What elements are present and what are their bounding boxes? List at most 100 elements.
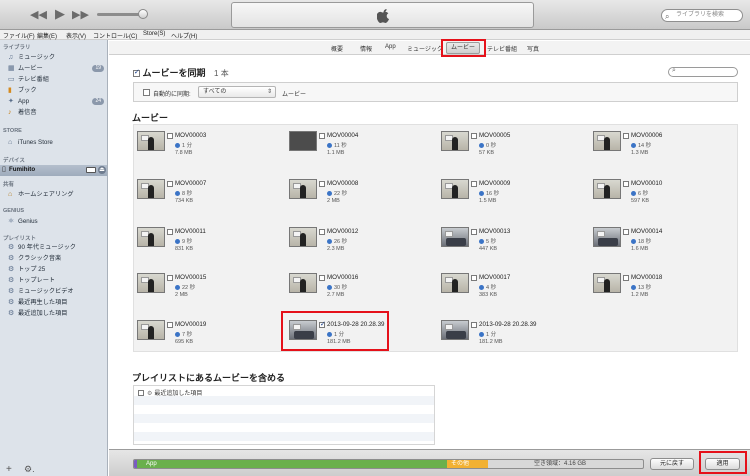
gear-icon[interactable]: ⚙. xyxy=(24,464,35,475)
movie-checkbox[interactable] xyxy=(319,133,325,139)
movie-checkbox[interactable] xyxy=(623,229,629,235)
menu-store[interactable]: Store(S) xyxy=(143,31,165,37)
movie-thumbnail[interactable] xyxy=(289,131,317,151)
sidebar-item-books[interactable]: ▮ ブック xyxy=(0,86,107,96)
movie-item[interactable]: MOV00010 6 秒 597 KB xyxy=(590,175,740,215)
sidebar-item-playlist[interactable]: ⚙ 90 年代ミュージック xyxy=(0,243,107,253)
movie-item[interactable]: MOV00017 4 秒 383 KB xyxy=(438,269,588,309)
sidebar-item-tv[interactable]: ▭ テレビ番組 xyxy=(0,75,107,85)
sidebar-item-genius[interactable]: ⚛ Genius xyxy=(0,217,107,227)
sync-movies-checkbox[interactable] xyxy=(133,68,140,78)
movie-thumbnail[interactable] xyxy=(137,320,165,340)
volume-knob[interactable] xyxy=(138,9,148,19)
sidebar-item-apps[interactable]: ✦ App 24 xyxy=(0,97,107,107)
movie-checkbox[interactable] xyxy=(167,181,173,187)
movie-thumbnail[interactable] xyxy=(441,131,469,151)
menu-edit[interactable]: 編集(E) xyxy=(37,31,57,40)
movie-checkbox[interactable] xyxy=(167,275,173,281)
movie-thumbnail[interactable] xyxy=(441,179,469,199)
movie-thumbnail[interactable] xyxy=(593,227,621,247)
tab-photos[interactable]: 写真 xyxy=(527,44,539,53)
movie-thumbnail[interactable] xyxy=(593,273,621,293)
movie-thumbnail[interactable] xyxy=(137,227,165,247)
movie-item[interactable]: 2013-09-28 20.28.39 1 分181.2 MB xyxy=(438,316,588,356)
movie-checkbox[interactable] xyxy=(167,322,173,328)
movie-thumbnail[interactable] xyxy=(441,273,469,293)
movie-thumbnail[interactable] xyxy=(137,273,165,293)
movie-checkbox[interactable] xyxy=(319,181,325,187)
movie-thumbnail[interactable] xyxy=(289,179,317,199)
sidebar-item-ringtones[interactable]: ♪ 着信音 xyxy=(0,108,107,118)
movie-item[interactable]: MOV00019 7 秒 695 KB xyxy=(134,316,284,356)
movie-thumbnail[interactable] xyxy=(441,320,469,340)
movie-item[interactable]: MOV00015 22 秒2 MB xyxy=(134,269,284,309)
eject-icon[interactable]: ⏏ xyxy=(98,166,106,174)
movie-item[interactable]: MOV00006 14 秒 1.3 MB xyxy=(590,127,740,167)
sidebar-item-playlist[interactable]: ⚙ クラシック音楽 xyxy=(0,254,107,264)
tab-summary[interactable]: 概要 xyxy=(331,44,343,53)
movie-checkbox[interactable] xyxy=(471,275,477,281)
movie-checkbox[interactable] xyxy=(319,229,325,235)
movie-thumbnail[interactable] xyxy=(593,131,621,151)
movie-checkbox[interactable] xyxy=(319,275,325,281)
auto-sync-dropdown-value: すべての xyxy=(203,89,227,95)
add-playlist-icon[interactable]: + xyxy=(6,464,12,475)
sidebar-item-playlist[interactable]: ⚙ 最近再生した項目 xyxy=(0,298,107,308)
menu-controls[interactable]: コントロール(C) xyxy=(93,31,137,40)
movie-checkbox[interactable] xyxy=(623,181,629,187)
movie-thumbnail[interactable] xyxy=(441,227,469,247)
movie-item[interactable]: MOV00004 11 秒 1.1 MB xyxy=(286,127,436,167)
sidebar-item-music[interactable]: ♫ ミュージック xyxy=(0,53,107,63)
movie-item[interactable]: MOV00009 16 秒 1.5 MB xyxy=(438,175,588,215)
movie-search-input[interactable]: ⌕ xyxy=(668,67,738,77)
menu-view[interactable]: 表示(V) xyxy=(66,31,86,40)
sidebar-item-playlist[interactable]: ⚙ 最近追加した項目 xyxy=(0,309,107,319)
movie-item[interactable]: MOV00008 22 秒2 MB xyxy=(286,175,436,215)
movie-item[interactable]: MOV00013 5 秒 447 KB xyxy=(438,223,588,263)
movie-item[interactable]: MOV00007 8 秒 734 KB xyxy=(134,175,284,215)
movie-thumbnail[interactable] xyxy=(137,179,165,199)
movie-checkbox[interactable] xyxy=(471,133,477,139)
previous-icon[interactable]: ◀◀ xyxy=(30,8,47,22)
tab-music[interactable]: ミュージック xyxy=(407,44,443,53)
auto-sync-dropdown[interactable]: すべての ⇕ xyxy=(198,86,276,98)
movie-item[interactable]: MOV00012 26 秒 2.3 MB xyxy=(286,223,436,263)
apple-logo-icon xyxy=(377,9,390,23)
list-item[interactable]: ⚙ 最近追加した項目 xyxy=(134,387,434,397)
movie-item[interactable]: MOV00005 0 秒 57 KB xyxy=(438,127,588,167)
play-icon[interactable]: ▶ xyxy=(55,7,65,21)
movie-checkbox[interactable] xyxy=(471,181,477,187)
sidebar-item-device[interactable]: ▯ Fumihito ⏏ xyxy=(0,165,107,176)
movie-thumbnail[interactable] xyxy=(137,131,165,151)
next-icon[interactable]: ▶▶ xyxy=(72,8,89,22)
movie-size: 2 MB xyxy=(327,198,340,204)
library-search-input[interactable]: ⌕ ライブラリを検索 xyxy=(661,9,743,22)
movie-checkbox[interactable] xyxy=(167,229,173,235)
movie-checkbox[interactable] xyxy=(471,229,477,235)
movie-thumbnail[interactable] xyxy=(593,179,621,199)
tab-info[interactable]: 情報 xyxy=(360,44,372,53)
revert-button[interactable]: 元に戻す xyxy=(650,458,694,470)
movie-item[interactable]: MOV00003 1 分 7.8 MB xyxy=(134,127,284,167)
tab-apps[interactable]: App xyxy=(385,44,396,50)
tab-tv-shows[interactable]: テレビ番組 xyxy=(487,44,517,53)
movie-checkbox[interactable] xyxy=(167,133,173,139)
movie-item[interactable]: MOV00016 30 秒 2.7 MB xyxy=(286,269,436,309)
movie-checkbox[interactable] xyxy=(623,133,629,139)
sidebar-item-playlist[interactable]: ⚙ トップレート xyxy=(0,276,107,286)
movie-item[interactable]: MOV00018 13 秒 1.2 MB xyxy=(590,269,740,309)
auto-sync-checkbox[interactable] xyxy=(143,89,150,96)
movie-item[interactable]: MOV00011 9 秒 831 KB xyxy=(134,223,284,263)
movie-checkbox[interactable] xyxy=(471,322,477,328)
movie-thumbnail[interactable] xyxy=(289,273,317,293)
movie-checkbox[interactable] xyxy=(623,275,629,281)
sidebar-item-home-sharing[interactable]: ⌂ ホームシェアリング xyxy=(0,190,107,200)
movie-item[interactable]: MOV00014 18 秒 1.6 MB xyxy=(590,223,740,263)
sidebar-item-playlist[interactable]: ⚙ トップ 25 xyxy=(0,265,107,275)
menu-file[interactable]: ファイル(F) xyxy=(3,31,35,40)
sidebar-item-movies[interactable]: ▦ ムービー 19 xyxy=(0,64,107,74)
sidebar-item-itunes-store[interactable]: ⌂ iTunes Store xyxy=(0,138,107,148)
movie-thumbnail[interactable] xyxy=(289,227,317,247)
menu-help[interactable]: ヘルプ(H) xyxy=(171,31,197,40)
sidebar-item-playlist[interactable]: ⚙ ミュージックビデオ xyxy=(0,287,107,297)
